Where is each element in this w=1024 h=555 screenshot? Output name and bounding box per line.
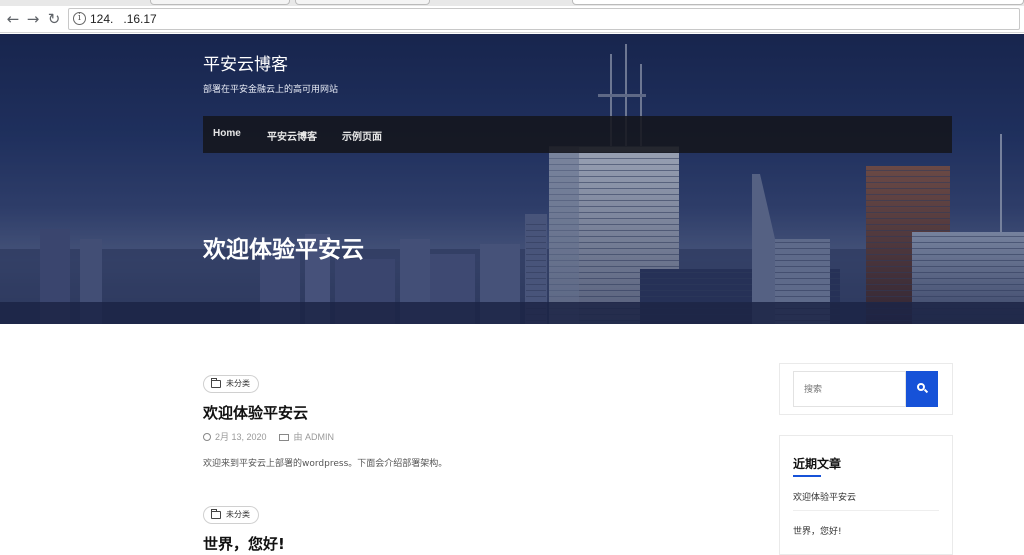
- site-description: 部署在平安金融云上的高可用网站: [203, 85, 339, 95]
- category-badge[interactable]: 未分类: [203, 375, 259, 393]
- arrow-right-icon[interactable]: →: [24, 10, 42, 28]
- folder-icon: [211, 378, 221, 388]
- site-title[interactable]: 平安云博客: [203, 50, 288, 75]
- recent-post-link[interactable]: 欢迎体验平安云: [793, 490, 856, 503]
- browser-tab[interactable]: [295, 0, 430, 5]
- category-label[interactable]: 未分类: [226, 510, 250, 519]
- search-widget: [779, 363, 953, 415]
- hero-title: 欢迎体验平安云: [203, 237, 364, 263]
- reload-icon[interactable]: ↻: [45, 10, 63, 28]
- search-input[interactable]: [793, 371, 906, 407]
- browser-tab-active[interactable]: [572, 0, 1024, 5]
- post-meta: 2月 13, 2020 由 ADMIN: [203, 430, 334, 443]
- hero-overlay: [0, 34, 1024, 324]
- folder-icon: [211, 509, 221, 519]
- main-navigation: Home 平安云博客 示例页面: [203, 116, 952, 153]
- browser-toolbar: ← → ↻ i 124. .16.17: [0, 6, 1024, 33]
- site-header: 平安云博客 部署在平安金融云上的高可用网站 Home 平安云博客 示例页面 欢迎…: [0, 34, 1024, 324]
- widget-title: 近期文章: [793, 457, 842, 471]
- post-date[interactable]: 2月 13, 2020: [215, 432, 267, 442]
- nav-item-blog[interactable]: 平安云博客: [267, 128, 317, 143]
- address-bar[interactable]: i 124. .16.17: [68, 8, 1020, 30]
- nav-item-home[interactable]: Home: [213, 128, 241, 139]
- post-title[interactable]: 世界，您好!: [203, 533, 285, 554]
- title-underline: [793, 475, 821, 477]
- nav-item-sample-page[interactable]: 示例页面: [342, 128, 382, 143]
- browser-tab[interactable]: [150, 0, 290, 5]
- clock-icon: [203, 433, 211, 441]
- post-excerpt: 欢迎来到平安云上部署的wordpress。下面会介绍部署架构。: [203, 459, 448, 469]
- arrow-left-icon[interactable]: ←: [4, 10, 22, 28]
- divider: [793, 510, 939, 511]
- recent-post-link[interactable]: 世界，您好!: [793, 524, 842, 537]
- category-badge[interactable]: 未分类: [203, 506, 259, 524]
- post-title[interactable]: 欢迎体验平安云: [203, 402, 308, 423]
- recent-posts-widget: 近期文章 欢迎体验平安云 世界，您好!: [779, 435, 953, 555]
- address-url[interactable]: 124. .16.17: [90, 12, 157, 26]
- search-button[interactable]: [906, 371, 938, 407]
- post-author[interactable]: 由 ADMIN: [294, 432, 335, 442]
- user-icon: [278, 434, 289, 441]
- category-label[interactable]: 未分类: [226, 379, 250, 388]
- info-icon[interactable]: i: [73, 12, 86, 25]
